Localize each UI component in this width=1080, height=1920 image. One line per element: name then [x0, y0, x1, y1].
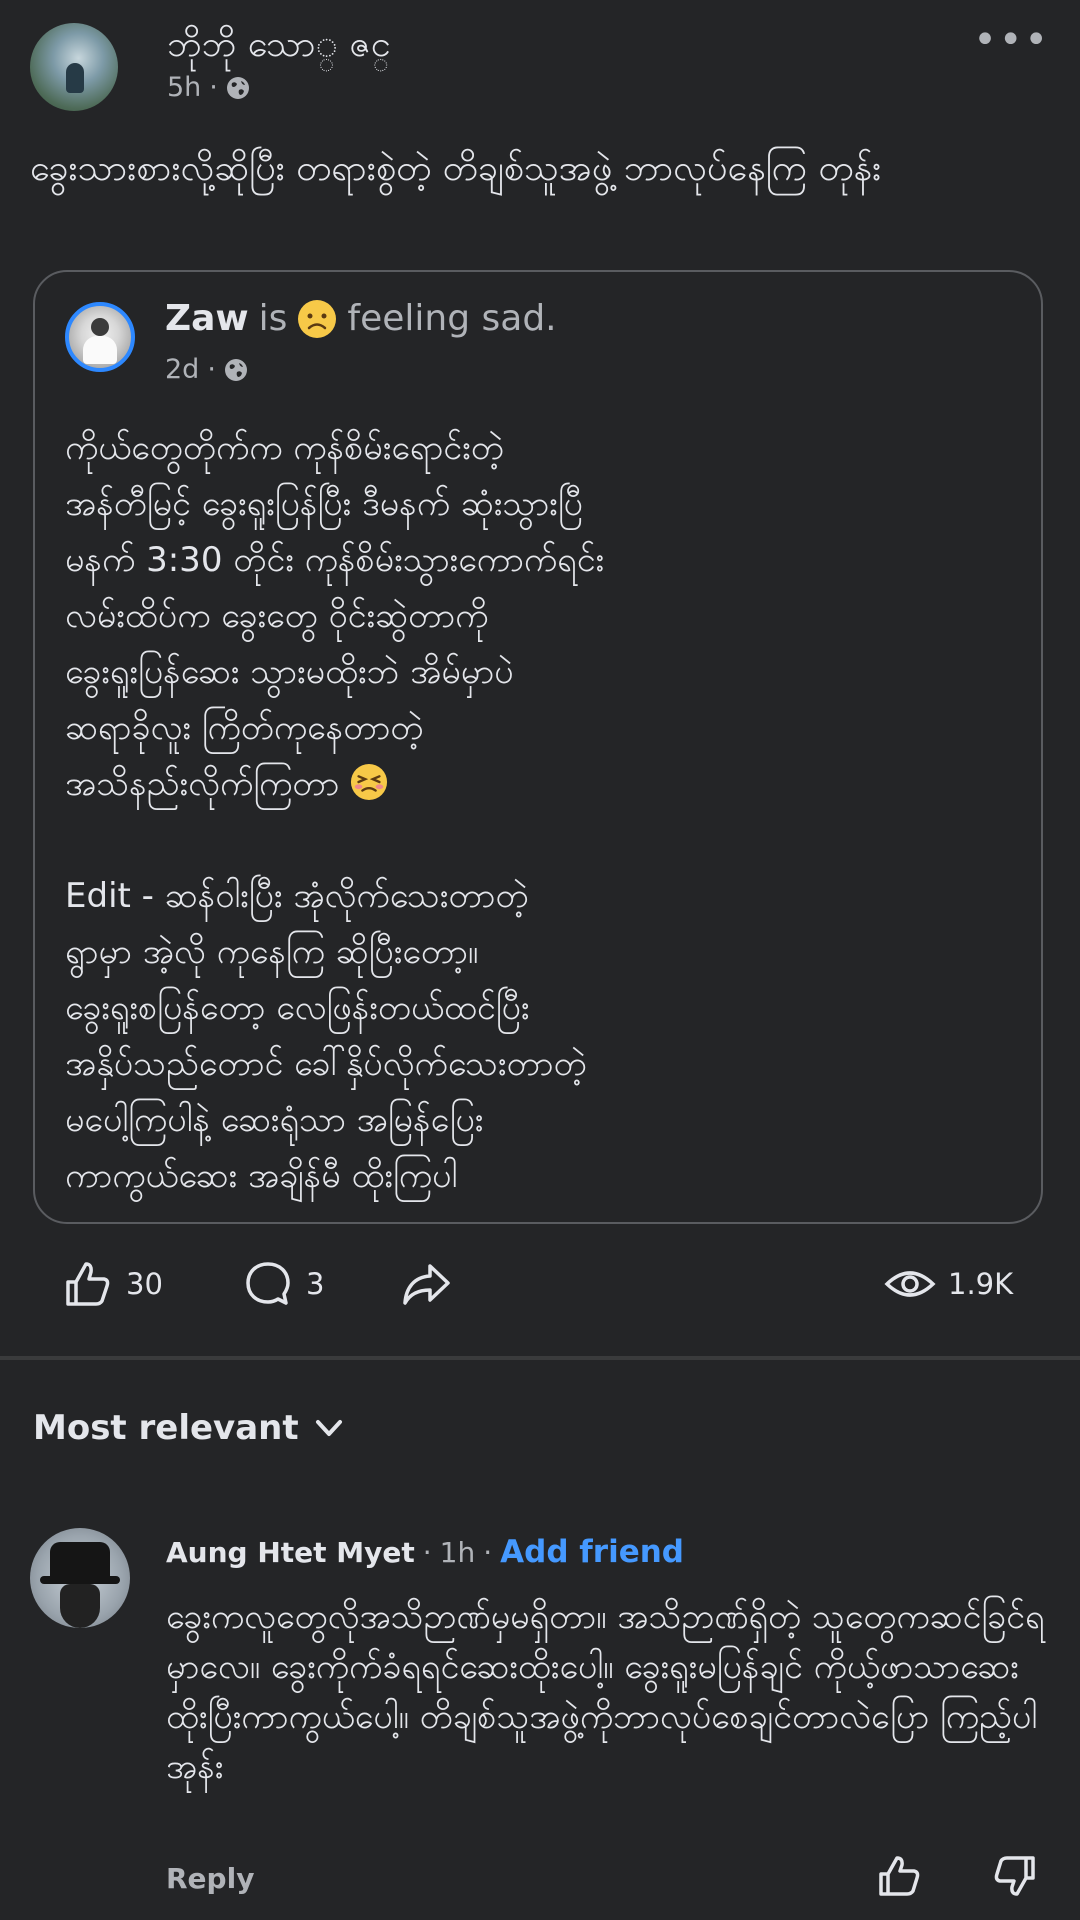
shared-author-name[interactable]: Zaw [165, 298, 249, 339]
section-divider [0, 1356, 1080, 1360]
shared-post[interactable]: Zaw is feeling sad. 2d · ကိုယ်တွေတိုက်က … [33, 270, 1043, 1224]
shared-title: Zaw is feeling sad. [165, 298, 557, 339]
globe-icon [226, 76, 249, 99]
post-meta: 5h · [167, 72, 250, 103]
is-label: is [258, 298, 288, 339]
shared-time[interactable]: 2d [165, 354, 199, 385]
like-button[interactable]: 30 [62, 1258, 163, 1310]
add-friend-button[interactable]: Add friend [500, 1534, 684, 1570]
author-name[interactable]: ဘိုဘို သော္ ဇင္ [167, 20, 391, 74]
edit-line: ရွာမှာ အဲ့လို ကုနေကြ ဆိုပြီးတော့။ [65, 932, 479, 972]
comment-text: ခွေးကလူတွေလိုအသိဉာဏ်မှမရှိတာ။ အသိဉာဏ်ရှိ… [166, 1597, 1045, 1787]
edit-line: ကာကွယ်ဆေး အချိန်မီ ထိုးကြပါ [65, 1156, 458, 1196]
commenter-avatar[interactable] [30, 1528, 130, 1628]
edit-line: မပေါ့ကြပါနဲ့ ဆေးရုံသာ အမြန်ပြေး [65, 1100, 484, 1140]
share-button[interactable] [400, 1258, 452, 1310]
shared-line: ကိုယ်တွေတိုက်က ကုန်စိမ်းရောင်းတဲ့ [65, 428, 504, 468]
edit-line: အနှိပ်သည်တောင် ခေါ်နှိပ်လိုက်သေးတာတဲ့ [65, 1044, 587, 1084]
comment-icon [246, 1262, 290, 1305]
sad-face-icon [298, 299, 337, 338]
upvote-icon[interactable] [876, 1852, 924, 1900]
views: 1.9K [884, 1258, 1013, 1310]
comment-button[interactable]: 3 [242, 1258, 324, 1310]
shared-line: မနက် 3:30 တိုင်း ကုန်စိမ်းသွားကောက်ရင်း [65, 540, 605, 580]
persevering-face-icon [351, 763, 388, 801]
reply-button[interactable]: Reply [166, 1862, 254, 1895]
shared-line: ဆရာခိုလူး ကြိတ်ကုနေတာတဲ့ [65, 708, 424, 748]
comment-time[interactable]: 1h [440, 1536, 476, 1569]
action-bar: 30 3 1.9K [62, 1258, 1022, 1318]
comment-sort-dropdown[interactable]: Most relevant [33, 1408, 345, 1448]
post-header: ဘိုဘို သော္ ဇင္ 5h · ••• [30, 20, 1050, 120]
shared-line: အသိနည်းလိုက်ကြတာ [65, 764, 340, 804]
commenter-name[interactable]: Aung Htet Myet [166, 1536, 415, 1569]
edit-line: Edit - ဆန်ဝါးပြီး အုံလိုက်သေးတာတဲ့ [65, 876, 529, 916]
shared-line: လမ်းထိပ်က ခွေးတွေ ဝိုင်းဆွဲတာကို [65, 596, 489, 636]
sort-label: Most relevant [33, 1408, 299, 1448]
shared-author-avatar[interactable] [65, 302, 135, 372]
more-icon[interactable]: ••• [973, 20, 1050, 60]
like-icon [66, 1262, 110, 1306]
like-count: 30 [126, 1267, 163, 1301]
author-avatar[interactable] [30, 23, 118, 111]
chevron-down-icon [315, 1420, 342, 1436]
shared-meta: 2d · [165, 354, 248, 385]
downvote-icon[interactable] [990, 1852, 1038, 1900]
shared-line-last: အသိနည်းလိုက်ကြတာ [65, 756, 1015, 812]
eye-icon [884, 1271, 936, 1297]
shared-line: ခွေးရူးပြန်ဆေး သွားမထိုးဘဲ အိမ်မှာပဲ [65, 652, 514, 692]
shared-line: အန်တီမြင့် ခွေးရူးပြန်ပြီး ဒီမနက် ဆုံးသွ… [65, 484, 583, 524]
comment-header: Aung Htet Myet · 1h · Add friend [166, 1534, 684, 1570]
feeling-text: feeling sad. [347, 298, 557, 339]
share-icon [403, 1264, 450, 1305]
views-count: 1.9K [948, 1267, 1014, 1301]
post-text: ခွေးသားစားလို့ဆိုပြီး တရားစွဲတဲ့ တိချစ်သ… [30, 148, 882, 189]
post-time[interactable]: 5h [167, 72, 201, 103]
comment-count: 3 [306, 1267, 325, 1301]
globe-icon [224, 358, 247, 381]
shared-body: ကိုယ်တွေတိုက်က ကုန်စိမ်းရောင်းတဲ့ အန်တီမ… [65, 420, 1015, 1204]
edit-line: ခွေးရူးစပြန်တော့ လေဖြန်းတယ်ထင်ပြီး [65, 988, 530, 1028]
